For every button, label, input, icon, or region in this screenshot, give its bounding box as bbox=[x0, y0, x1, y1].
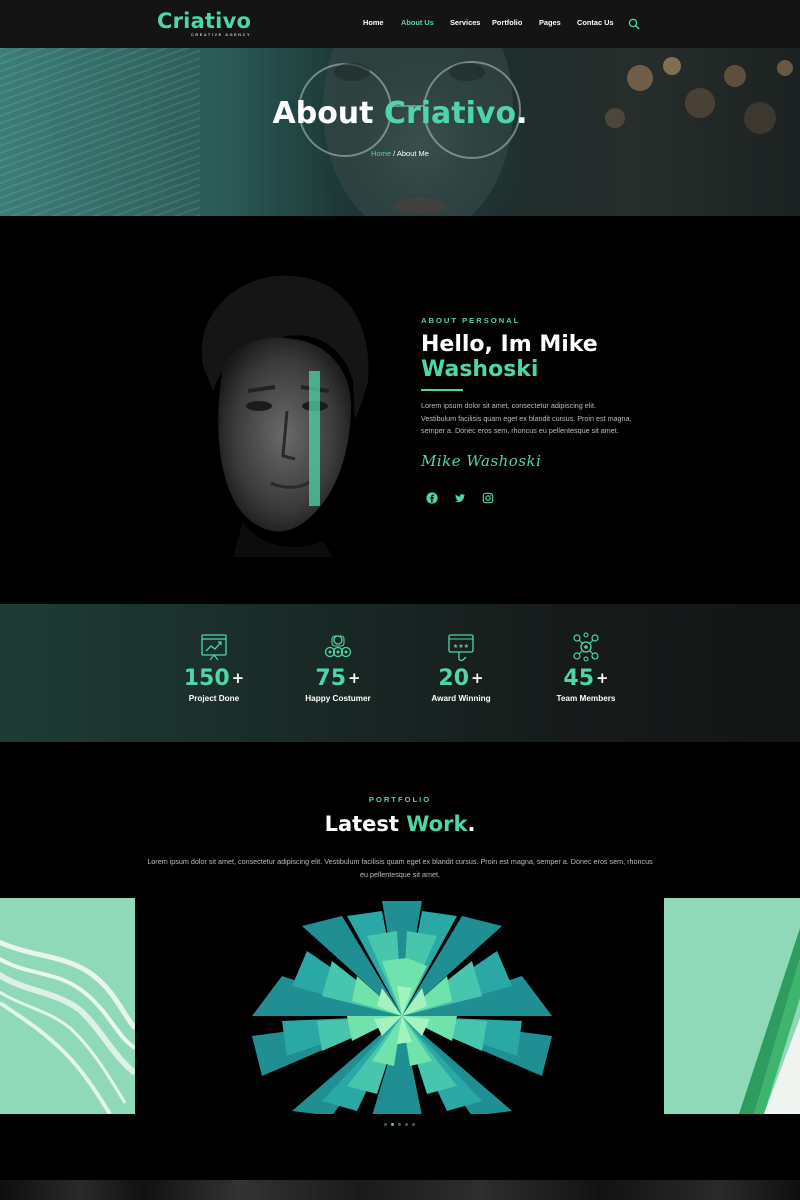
stat-suffix: + bbox=[348, 669, 361, 687]
page-title-accent: Criativo bbox=[383, 96, 517, 131]
stat-value: 75 + bbox=[278, 666, 398, 691]
brand-name: Criativo bbox=[157, 9, 252, 33]
slider-dot[interactable] bbox=[412, 1123, 415, 1126]
facebook-icon[interactable] bbox=[426, 492, 438, 504]
slider-dot[interactable] bbox=[405, 1123, 408, 1126]
nav-item-pages[interactable]: Pages bbox=[539, 18, 561, 27]
profile-portrait-photo bbox=[201, 275, 369, 557]
nav-item-portfolio[interactable]: Portfolio bbox=[492, 18, 522, 27]
slide-image-paper-flower bbox=[252, 901, 552, 1114]
stat-happy-customer: 75 + Happy Costumer bbox=[278, 632, 398, 703]
about-description: Lorem ipsum dolor sit amet, consectetur … bbox=[421, 401, 632, 435]
about-heading-main: Hello, Im Mike bbox=[421, 332, 598, 357]
portfolio-slide-prev[interactable] bbox=[0, 898, 135, 1114]
portfolio-title-main: Latest bbox=[324, 812, 407, 836]
next-section-preview-image bbox=[0, 1180, 800, 1200]
page-title: About Criativo. bbox=[0, 96, 800, 131]
page-title-main: About bbox=[272, 96, 384, 131]
stat-label: Project Done bbox=[188, 694, 240, 703]
nav-item-services[interactable]: Services bbox=[450, 18, 480, 27]
rating-screen-icon: ★★★ bbox=[448, 634, 474, 662]
breadcrumb-current: About Me bbox=[396, 149, 429, 158]
hero-background-photo bbox=[298, 48, 793, 216]
search-icon[interactable] bbox=[628, 18, 640, 30]
team-network-icon bbox=[573, 632, 599, 662]
svg-text:★★★: ★★★ bbox=[453, 643, 469, 650]
twitter-icon[interactable] bbox=[454, 492, 466, 504]
stat-number: 20 bbox=[438, 666, 470, 691]
slider-dot-active[interactable] bbox=[391, 1123, 394, 1126]
chart-board-icon bbox=[201, 634, 227, 661]
heading-underline bbox=[421, 389, 463, 391]
stat-label: Team Members bbox=[556, 694, 616, 703]
stat-label: Happy Costumer bbox=[305, 694, 371, 703]
about-heading: Hello, Im Mike Washoski bbox=[421, 332, 598, 382]
slide-image-white-fibers bbox=[0, 939, 135, 1114]
stat-number: 75 bbox=[315, 666, 347, 691]
portfolio-title-period: . bbox=[467, 812, 476, 836]
slide-image-green-pen bbox=[739, 928, 800, 1114]
page-title-period: . bbox=[516, 96, 528, 131]
slider-dot[interactable] bbox=[384, 1123, 387, 1126]
nav-item-home[interactable]: Home bbox=[363, 18, 384, 27]
stat-number: 150 bbox=[183, 666, 230, 691]
brand-logo[interactable]: Criativo CREATIVE AGENCY bbox=[157, 9, 251, 37]
breadcrumb: Home / About Me bbox=[0, 149, 800, 158]
page-hero-banner: About Criativo. Home / About Me bbox=[0, 48, 800, 216]
brand-tagline: CREATIVE AGENCY bbox=[191, 33, 252, 37]
stat-suffix: + bbox=[596, 669, 609, 687]
slider-dot[interactable] bbox=[398, 1123, 401, 1126]
nav-item-about-us[interactable]: About Us bbox=[401, 18, 434, 27]
stat-suffix: + bbox=[231, 669, 245, 687]
signature: Mike Washoski bbox=[421, 452, 542, 470]
breadcrumb-home-link[interactable]: Home bbox=[371, 149, 391, 158]
portfolio-title-accent: Work bbox=[406, 812, 468, 836]
portfolio-description: Lorem ipsum dolor sit amet, consectetur … bbox=[147, 857, 653, 879]
portfolio-title: Latest Work. bbox=[0, 812, 800, 836]
about-personal-section: ABOUT PERSONAL Hello, Im Mike Washoski Lo… bbox=[0, 216, 800, 604]
portfolio-section: PORTFOLIO Latest Work. Lorem ipsum dolor… bbox=[0, 742, 800, 1180]
stat-value: 20 + bbox=[401, 666, 521, 691]
about-eyebrow: ABOUT PERSONAL bbox=[421, 316, 521, 325]
stat-label: Award Winning bbox=[431, 694, 491, 703]
stat-project-done: 150 + Project Done bbox=[154, 632, 274, 703]
instagram-icon[interactable] bbox=[482, 492, 494, 504]
stat-value: 150 + bbox=[154, 666, 274, 691]
stat-suffix: + bbox=[471, 669, 484, 687]
stat-number: 45 bbox=[563, 666, 595, 691]
portfolio-eyebrow: PORTFOLIO bbox=[368, 795, 432, 804]
portfolio-slide-active[interactable] bbox=[222, 898, 594, 1114]
stat-team-members: 45 + Team Members bbox=[526, 632, 646, 703]
top-navbar: Criativo CREATIVE AGENCY Home About Us S… bbox=[0, 0, 800, 48]
about-heading-accent: Washoski bbox=[421, 357, 539, 382]
nav-item-contact-us[interactable]: Contac Us bbox=[577, 18, 614, 27]
stats-counter-section: 150 + Project Done 75 + Happy Costumer ★★★… bbox=[0, 604, 800, 742]
stat-value: 45 + bbox=[526, 666, 646, 691]
portfolio-slide-next[interactable] bbox=[664, 898, 800, 1114]
stat-award-winning: ★★★ 20 + Award Winning bbox=[401, 632, 521, 703]
customers-icon bbox=[324, 635, 352, 658]
